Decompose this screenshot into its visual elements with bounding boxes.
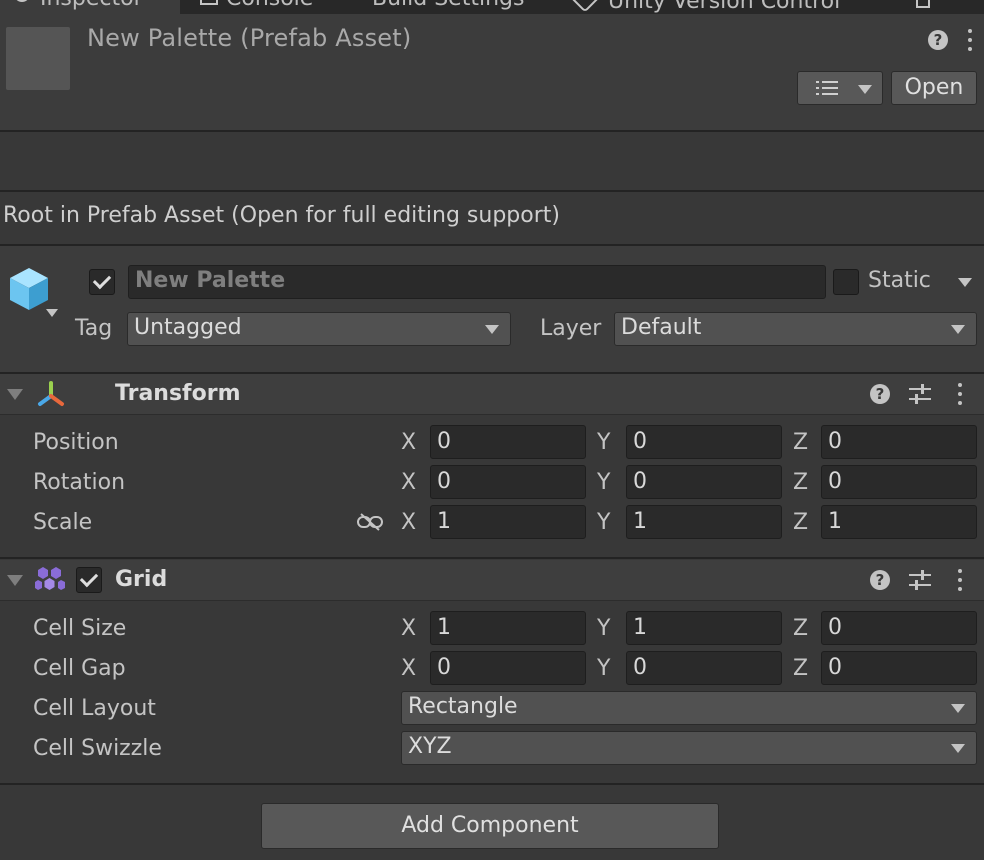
cell-size-x-field[interactable]: 1 (430, 611, 586, 645)
inspector-header: New Palette (Prefab Asset) ? Open (0, 14, 984, 132)
rotation-x-field[interactable]: 0 (430, 465, 586, 499)
chevron-down-icon (951, 704, 965, 713)
inspector-tab-icon (14, 0, 30, 2)
icon-dropdown-icon[interactable] (46, 309, 58, 317)
rotation-label: Rotation (33, 470, 126, 495)
prefab-thumbnail (6, 27, 70, 90)
x-axis-label: X (401, 616, 417, 641)
position-x-field[interactable]: 0 (430, 425, 586, 459)
chevron-down-icon (951, 325, 965, 334)
transform-body: Position X 0 Y 0 Z 0 Rotation X 0 Y 0 Z … (0, 415, 984, 557)
static-checkbox[interactable] (833, 269, 859, 295)
transform-icon (38, 381, 64, 406)
cell-size-z-field[interactable]: 0 (821, 611, 977, 645)
scale-z-field[interactable]: 1 (821, 505, 977, 539)
scale-label: Scale (33, 510, 93, 535)
tab-unity-version-control[interactable]: Unity Version Control (569, 0, 840, 14)
console-icon (200, 0, 218, 5)
transform-header[interactable]: Transform ? (0, 374, 984, 415)
component-menu-icon[interactable] (957, 383, 963, 405)
position-y-field[interactable]: 0 (626, 425, 782, 459)
static-label: Static (868, 268, 931, 293)
x-axis-label: X (401, 430, 417, 455)
header-menu-icon[interactable] (967, 29, 973, 51)
grid-title: Grid (115, 567, 168, 592)
position-z-field[interactable]: 0 (821, 425, 977, 459)
chevron-down-icon (858, 85, 872, 94)
list-icon (816, 81, 838, 95)
prefab-info-bar: Root in Prefab Asset (Open for full edit… (0, 192, 984, 246)
help-icon[interactable]: ? (928, 30, 948, 50)
grid-body: Cell Size X 1 Y 1 Z 0 Cell Gap X 0 Y 0 Z… (0, 601, 984, 783)
header-title: New Palette (Prefab Asset) (87, 24, 412, 52)
rotation-y-field[interactable]: 0 (626, 465, 782, 499)
presets-icon[interactable] (909, 569, 931, 591)
active-checkbox[interactable] (89, 269, 115, 295)
cell-layout-label: Cell Layout (33, 696, 156, 721)
unlinked-scale-icon[interactable] (357, 512, 383, 532)
transform-title: Transform (115, 381, 241, 406)
maximize-icon[interactable] (916, 0, 930, 8)
chevron-down-icon (485, 325, 499, 334)
tag-dropdown[interactable]: Untagged (127, 312, 511, 346)
help-icon[interactable]: ? (870, 570, 890, 590)
cell-size-label: Cell Size (33, 616, 127, 641)
z-axis-label: Z (793, 616, 809, 641)
grid-component-icon (35, 567, 65, 590)
rotation-z-field[interactable]: 0 (821, 465, 977, 499)
version-control-icon (569, 0, 601, 13)
position-label: Position (33, 430, 119, 455)
select-dependencies-button[interactable] (797, 71, 883, 105)
gameobject-cube-icon[interactable] (8, 266, 52, 312)
static-dropdown-icon[interactable] (958, 278, 972, 287)
foldout-arrow-icon[interactable] (7, 575, 23, 586)
y-axis-label: Y (597, 510, 611, 535)
x-axis-label: X (401, 470, 417, 495)
y-axis-label: Y (597, 656, 611, 681)
scale-x-field[interactable]: 1 (430, 505, 586, 539)
help-icon[interactable]: ? (870, 384, 890, 404)
cell-swizzle-dropdown[interactable]: XYZ (401, 731, 977, 765)
z-axis-label: Z (793, 470, 809, 495)
tab-console[interactable]: Console (200, 0, 313, 11)
presets-icon[interactable] (909, 383, 931, 405)
grid-enabled-checkbox[interactable] (76, 567, 102, 593)
foldout-arrow-icon[interactable] (7, 389, 23, 400)
cell-gap-label: Cell Gap (33, 656, 126, 681)
editor-tab-bar: Inspector Console Build Settings Unity V… (0, 0, 984, 15)
component-menu-icon[interactable] (957, 569, 963, 591)
empty-area (0, 132, 984, 192)
tab-inspector[interactable]: Inspector (0, 0, 180, 14)
y-axis-label: Y (597, 430, 611, 455)
cell-gap-y-field[interactable]: 0 (626, 651, 782, 685)
open-button[interactable]: Open (891, 71, 977, 105)
component-divider (0, 783, 984, 785)
component-divider (0, 557, 984, 559)
chevron-down-icon (951, 744, 965, 753)
z-axis-label: Z (793, 510, 809, 535)
z-axis-label: Z (793, 656, 809, 681)
cell-gap-z-field[interactable]: 0 (821, 651, 977, 685)
x-axis-label: X (401, 510, 417, 535)
tag-label: Tag (75, 316, 113, 341)
cell-size-y-field[interactable]: 1 (626, 611, 782, 645)
cell-layout-dropdown[interactable]: Rectangle (401, 691, 977, 725)
add-component-button[interactable]: Add Component (261, 803, 719, 849)
gameobject-header: New Palette Static Tag Untagged Layer De… (0, 246, 984, 374)
y-axis-label: Y (597, 616, 611, 641)
cell-swizzle-label: Cell Swizzle (33, 736, 162, 761)
prefab-info-text: Root in Prefab Asset (Open for full edit… (3, 203, 560, 228)
x-axis-label: X (401, 656, 417, 681)
layer-label: Layer (540, 316, 602, 341)
z-axis-label: Z (793, 430, 809, 455)
gameobject-name-field[interactable]: New Palette (128, 265, 826, 299)
tab-build-settings[interactable]: Build Settings (372, 0, 524, 11)
y-axis-label: Y (597, 470, 611, 495)
cell-gap-x-field[interactable]: 0 (430, 651, 586, 685)
grid-header[interactable]: Grid ? (0, 560, 984, 601)
layer-dropdown[interactable]: Default (614, 312, 977, 346)
scale-y-field[interactable]: 1 (626, 505, 782, 539)
